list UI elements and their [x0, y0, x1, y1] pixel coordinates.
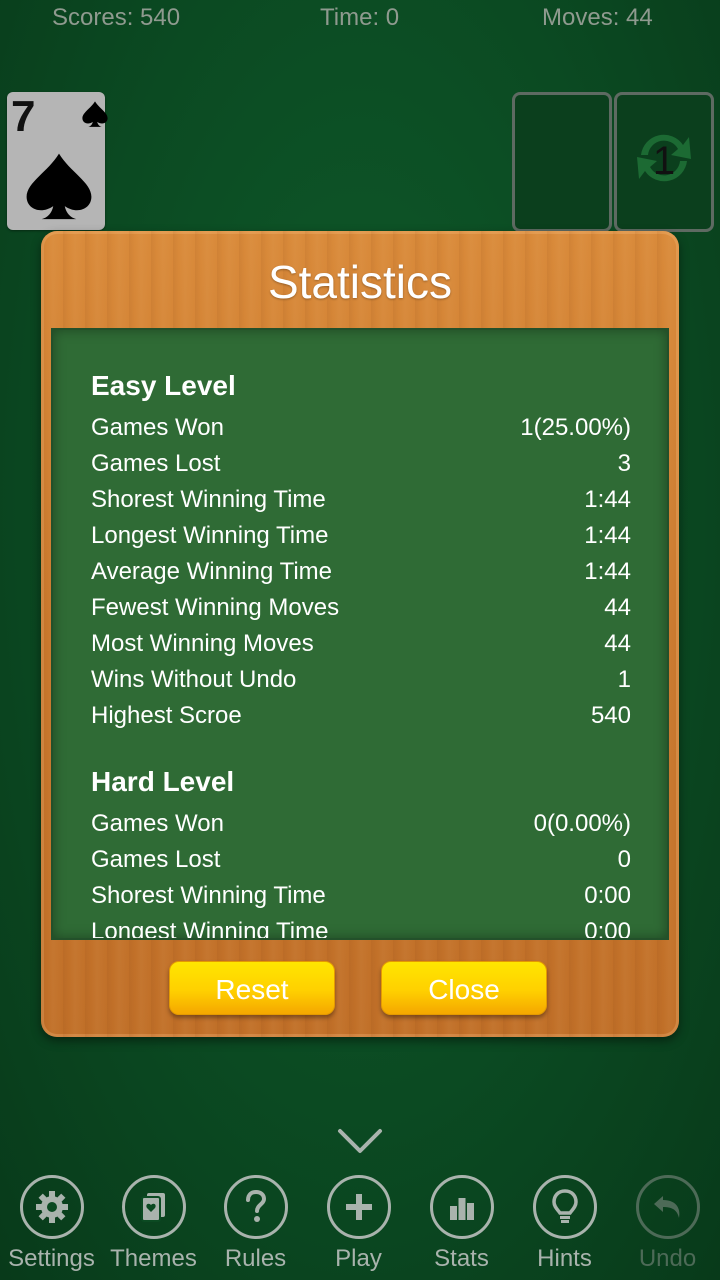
stat-label: Games Won: [91, 810, 224, 837]
stat-value: 1:44: [584, 486, 631, 513]
spade-icon: [82, 101, 108, 127]
stats-button[interactable]: Stats: [410, 1172, 513, 1273]
lightbulb-icon: [551, 1189, 578, 1223]
stat-label: Games Lost: [91, 450, 221, 477]
stat-label: Most Winning Moves: [91, 630, 314, 657]
stat-label: Fewest Winning Moves: [91, 594, 340, 621]
stat-value: 540: [590, 702, 631, 729]
dialog-title: Statistics: [267, 256, 453, 308]
stat-row: Average Winning Time 1:44: [91, 554, 631, 590]
stat-value: 3: [617, 450, 631, 477]
stat-label: Longest Winning Time: [91, 918, 329, 940]
reset-button[interactable]: Reset: [169, 961, 335, 1015]
play-button[interactable]: Play: [307, 1172, 410, 1273]
statistics-panel[interactable]: Easy Level Games Won 1(25.00%) Games Lost…: [51, 328, 669, 940]
stat-value: 0:00: [584, 882, 631, 909]
stat-row: Games Won 0(0.00%): [91, 806, 631, 842]
stat-value: 1:44: [584, 558, 631, 585]
waste-slot[interactable]: [512, 92, 612, 232]
rules-label: Rules: [224, 1245, 287, 1272]
spade-icon: [26, 153, 92, 220]
stat-label: Longest Winning Time: [91, 522, 329, 549]
card-rank: 7: [11, 92, 36, 141]
stat-row: Games Lost 3: [91, 446, 631, 482]
stat-value: 1: [617, 666, 631, 693]
stat-row: Longest Winning Time 1:44: [91, 518, 631, 554]
hints-button[interactable]: Hints: [513, 1172, 616, 1273]
stat-label: Games Won: [91, 414, 224, 441]
stat-label: Shorest Winning Time: [91, 882, 326, 909]
stat-label: Average Winning Time: [91, 558, 333, 585]
rules-button[interactable]: Rules: [204, 1172, 307, 1273]
score-text: Scores: 540: [52, 4, 181, 31]
stat-row: Games Lost 0: [91, 842, 631, 878]
stat-row: Most Winning Moves 44: [91, 626, 631, 662]
stat-label: Shorest Winning Time: [91, 486, 326, 513]
stat-value: 44: [604, 594, 631, 621]
stat-value: 44: [604, 630, 631, 657]
settings-button[interactable]: Settings: [0, 1172, 103, 1273]
bottom-toolbar: Settings Themes Rules Play Stats Hints U…: [0, 1172, 720, 1280]
settings-label: Settings: [8, 1245, 95, 1272]
close-button[interactable]: Close: [381, 961, 547, 1015]
play-label: Play: [335, 1245, 382, 1272]
stat-row: Games Won 1(25.00%): [91, 410, 631, 446]
status-bar: Scores: 540 Time: 0 Moves: 44: [0, 0, 720, 40]
stats-label: Stats: [434, 1245, 489, 1272]
cards-icon: [140, 1193, 165, 1222]
hints-label: Hints: [537, 1245, 592, 1272]
question-icon: [245, 1189, 266, 1222]
stat-label: Games Lost: [91, 846, 221, 873]
stat-label: Wins Without Undo: [91, 666, 297, 693]
time-text: Time: 0: [320, 4, 400, 31]
themes-button[interactable]: Themes: [102, 1172, 205, 1273]
stat-value: 0(0.00%): [533, 810, 631, 837]
moves-text: Moves: 44: [542, 4, 653, 31]
stat-row: Highest Scroe 540: [91, 698, 631, 734]
stat-row: Wins Without Undo 1: [91, 662, 631, 698]
section-title-easy: Easy Level: [91, 370, 236, 401]
stat-row: Shorest Winning Time 0:00: [91, 878, 631, 914]
stat-value: 0:00: [584, 918, 631, 940]
stat-row: Shorest Winning Time 1:44: [91, 482, 631, 518]
playing-card[interactable]: 7: [7, 92, 108, 230]
stock-pile[interactable]: 1: [614, 92, 714, 232]
chevron-down-icon[interactable]: [337, 1126, 383, 1156]
undo-icon: [653, 1196, 679, 1218]
stat-value: 1(25.00%): [520, 414, 631, 441]
gear-icon: [35, 1191, 68, 1223]
themes-label: Themes: [110, 1245, 197, 1272]
plus-icon: [345, 1194, 372, 1220]
stat-label: Highest Scroe: [91, 702, 242, 729]
stat-value: 0: [617, 846, 631, 873]
bar-chart-icon: [449, 1198, 474, 1220]
stat-row: Longest Winning Time 0:00: [91, 914, 631, 940]
stat-row: Fewest Winning Moves 44: [91, 590, 631, 626]
stat-value: 1:44: [584, 522, 631, 549]
undo-label: Undo: [638, 1245, 697, 1272]
undo-button[interactable]: Undo: [616, 1172, 719, 1273]
statistics-dialog: Statistics Easy Level Games Won 1(25.00%)…: [41, 231, 679, 1037]
stock-count: 1: [652, 139, 676, 183]
section-title-hard: Hard Level: [91, 766, 235, 797]
